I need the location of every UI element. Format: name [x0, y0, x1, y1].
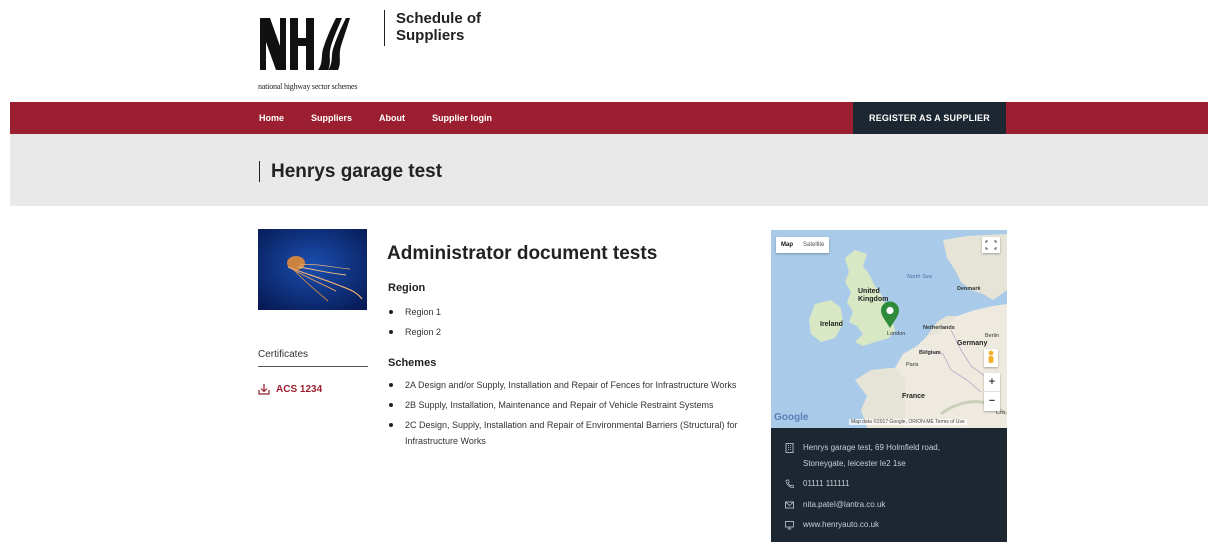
- page-title-block: Henrys garage test: [259, 161, 442, 182]
- nav-links: Home Suppliers About Supplier login: [259, 102, 519, 134]
- nav-item-suppliers[interactable]: Suppliers: [311, 113, 352, 123]
- fullscreen-button[interactable]: [982, 237, 1000, 253]
- mail-icon: [785, 501, 794, 509]
- pegman-icon: [988, 350, 994, 363]
- map-label-denmark: Denmark: [957, 286, 981, 292]
- zoom-control: + −: [984, 373, 1000, 411]
- certificate-link[interactable]: ACS 1234: [258, 383, 322, 395]
- contact-card: Henrys garage test, 69 Holmfield road, S…: [771, 428, 1007, 542]
- site-title-block: Schedule of Suppliers: [384, 10, 506, 46]
- contact-email-row: nita.pateI@lantra.co.uk: [785, 497, 983, 513]
- map-label-paris: Paris: [906, 362, 919, 368]
- location-marker-icon[interactable]: [880, 301, 900, 329]
- contact-address-row: Henrys garage test, 69 Holmfield road, S…: [785, 440, 983, 472]
- fullscreen-icon: [985, 240, 997, 250]
- main-navbar: Home Suppliers About Supplier login REGI…: [10, 102, 1208, 134]
- page-title-bar: Henrys garage test: [10, 134, 1208, 206]
- contact-website[interactable]: www.henryauto.co.uk: [803, 517, 983, 533]
- map-label-netherlands: Netherlands: [923, 325, 955, 331]
- location-map[interactable]: Map Satellite North Sea United Kingdom I…: [771, 230, 1007, 428]
- nav-item-about[interactable]: About: [379, 113, 405, 123]
- monitor-icon: [785, 521, 794, 530]
- nav-item-home[interactable]: Home: [259, 113, 284, 123]
- map-label-london: London: [887, 331, 906, 337]
- map-type-satellite[interactable]: Satellite: [798, 237, 829, 253]
- page-title: Henrys garage test: [271, 160, 443, 182]
- map-label-ireland: Ireland: [820, 321, 843, 328]
- map-label-north-sea: North Sea: [907, 274, 932, 280]
- map-terrain: [771, 230, 1007, 428]
- building-icon: [785, 443, 794, 453]
- site-title[interactable]: Schedule of Suppliers: [396, 10, 506, 44]
- contact-phone[interactable]: 01111 111111: [803, 476, 983, 492]
- map-label-germany: Germany: [957, 340, 988, 347]
- zoom-in-button[interactable]: +: [984, 373, 1000, 392]
- map-type-toggle: Map Satellite: [776, 237, 830, 253]
- nav-item-supplier-login[interactable]: Supplier login: [432, 113, 492, 123]
- list-item: 2C Design, Supply, Installation and Repa…: [388, 417, 738, 449]
- contact-email[interactable]: nita.pateI@lantra.co.uk: [803, 497, 983, 513]
- download-icon: [258, 384, 270, 395]
- nhss-logo-mark: [260, 18, 350, 70]
- map-label-berlin: Berlin: [985, 333, 1000, 339]
- map-attribution[interactable]: Map data ©2017 Google, ORION-ME Terms of…: [849, 419, 967, 425]
- list-item: 2B Supply, Installation, Maintenance and…: [388, 397, 738, 413]
- contact-phone-row: 01111 111111: [785, 476, 983, 492]
- contact-website-row: www.henryauto.co.uk: [785, 517, 983, 533]
- list-item: 2A Design and/or Supply, Installation an…: [388, 377, 738, 393]
- contact-address: Henrys garage test, 69 Holmfield road, S…: [803, 443, 940, 468]
- nhss-logo[interactable]: national highway sector schemes: [258, 12, 358, 91]
- street-view-pegman-icon[interactable]: [984, 349, 998, 367]
- list-item: Region 2: [388, 324, 738, 340]
- list-item: Region 1: [388, 304, 738, 320]
- schemes-list: 2A Design and/or Supply, Installation an…: [388, 377, 738, 453]
- certificate-label: ACS 1234: [276, 383, 323, 395]
- zoom-out-button[interactable]: −: [984, 392, 1000, 410]
- google-logo: Google: [774, 412, 809, 423]
- schemes-heading: Schemes: [388, 357, 437, 369]
- certificates-heading: Certificates: [258, 349, 368, 367]
- map-label-belgium: Belgium: [919, 350, 941, 356]
- document-title: Administrator document tests: [387, 243, 658, 264]
- register-supplier-button[interactable]: REGISTER AS A SUPPLIER: [853, 102, 1006, 134]
- region-list: Region 1 Region 2: [388, 304, 738, 344]
- logo-subtitle: national highway sector schemes: [258, 82, 358, 91]
- supplier-image: [258, 229, 367, 310]
- map-type-map[interactable]: Map: [776, 237, 798, 253]
- map-label-france: France: [902, 393, 925, 400]
- region-heading: Region: [388, 282, 426, 294]
- phone-icon: [785, 479, 794, 488]
